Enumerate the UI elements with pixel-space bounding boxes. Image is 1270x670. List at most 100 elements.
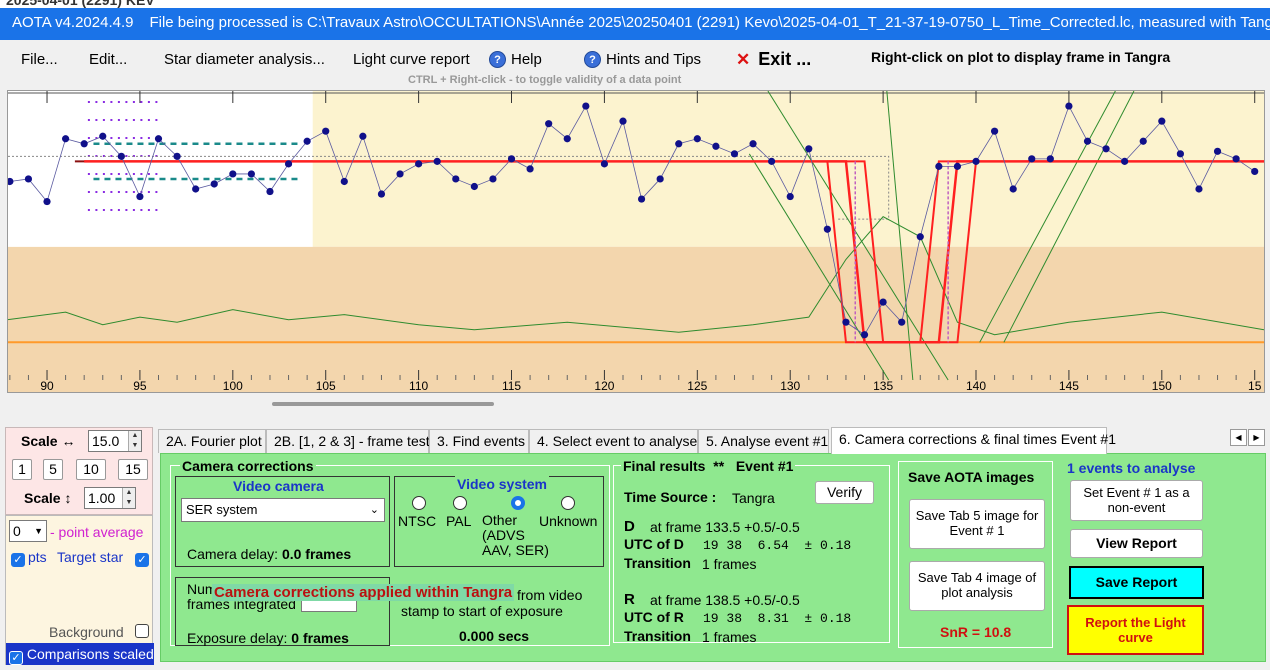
x-tick-label: 150 (1152, 379, 1172, 392)
data-point (1083, 137, 1092, 145)
data-point (582, 102, 590, 110)
selection-marker (87, 137, 90, 139)
data-point (935, 162, 943, 170)
scale-h-spinner[interactable]: 15.0 ▲ ▼ (88, 430, 142, 452)
ctrl-click-hint: CTRL + Right-click - to toggle validity … (408, 74, 682, 86)
selection-marker (87, 101, 90, 103)
data-point (284, 160, 293, 168)
menu-light-curve-report[interactable]: Light curve report (353, 51, 470, 68)
selection-marker (117, 119, 120, 121)
data-point (768, 157, 776, 165)
save-tab4-button[interactable]: Save Tab 4 image of plot analysis (909, 561, 1045, 611)
data-point (266, 187, 274, 196)
tab-camera-corrections[interactable]: 6. Camera corrections & final times Even… (831, 427, 1116, 454)
chevron-down-icon: ⌄ (369, 504, 379, 516)
tab-fourier-plot[interactable]: 2A. Fourier plot (158, 429, 266, 453)
data-point (600, 160, 609, 168)
view-report-button[interactable]: View Report (1070, 529, 1203, 558)
tab-bar: 2A. Fourier plot 2B. [1, 2 & 3] - frame … (158, 427, 1268, 454)
target-star-checkbox[interactable]: ✓ (135, 549, 149, 567)
menu-exit[interactable]: ✕ Exit ... (736, 49, 811, 70)
selection-marker (147, 191, 150, 193)
x-tick-label: 125 (687, 379, 707, 392)
x-tick-label: 95 (133, 379, 147, 392)
selection-marker (125, 191, 128, 193)
selection-marker (155, 191, 158, 193)
data-point (1195, 185, 1203, 193)
menu-file[interactable]: File... (21, 51, 58, 68)
data-point (990, 127, 999, 135)
background-checkbox[interactable] (135, 624, 149, 639)
data-point (377, 190, 386, 198)
menu-hints[interactable]: ? Hints and Tips (584, 51, 701, 68)
other-radio[interactable] (511, 496, 525, 510)
x-tick-label: 100 (223, 379, 243, 392)
selection-marker (147, 101, 150, 103)
spin-arrows-icon[interactable]: ▲ ▼ (122, 488, 135, 508)
tab-find-events[interactable]: 3. Find events (429, 429, 529, 453)
data-point (842, 318, 850, 326)
menu-edit[interactable]: Edit... (89, 51, 127, 68)
tab-analyse-event[interactable]: 5. Analyse event #1 (698, 429, 829, 453)
report-light-curve-button[interactable]: Report the Light curve (1067, 605, 1204, 655)
preset-10-button[interactable]: 10 (76, 459, 106, 480)
camera-select[interactable]: SER system ⌄ (181, 498, 385, 522)
selection-marker (132, 137, 135, 139)
point-average-select[interactable]: 0 ▼ (9, 520, 47, 542)
tab-select-event[interactable]: 4. Select event to analyse (529, 429, 698, 453)
utc-r-value: 19 38 8.31 ± 0.18 (703, 611, 852, 626)
background-window-strip: 2025-04-01 (2291) KEV (0, 0, 1270, 8)
selection-marker (110, 191, 113, 193)
selection-marker (155, 173, 158, 175)
camera-corrections-title: Camera corrections (180, 458, 316, 474)
spin-arrows-icon[interactable]: ▲ ▼ (128, 431, 141, 451)
set-non-event-button[interactable]: Set Event # 1 as a non-event (1070, 480, 1203, 521)
pal-radio[interactable] (453, 496, 467, 510)
menu-star-diameter[interactable]: Star diameter analysis... (164, 51, 325, 68)
data-point (1102, 145, 1110, 153)
ntsc-radio[interactable] (412, 496, 426, 510)
menu-help[interactable]: ? Help (489, 51, 542, 68)
selection-marker (140, 173, 143, 175)
utc-d-value: 19 38 6.54 ± 0.18 (703, 538, 852, 553)
selection-marker (132, 191, 135, 193)
plot-scrollbar[interactable] (272, 402, 494, 406)
preset-5-button[interactable]: 5 (43, 459, 63, 480)
tab-scroll-right-icon[interactable]: ▶ (1248, 429, 1265, 446)
right-click-hint: Right-click on plot to display frame in … (871, 49, 1171, 65)
preset-1-button[interactable]: 1 (12, 459, 32, 480)
x-tick-label: 145 (1059, 379, 1079, 392)
data-point (61, 135, 70, 143)
selection-marker (87, 173, 90, 175)
selection-marker (132, 209, 135, 211)
selection-marker (147, 137, 150, 139)
chevron-down-icon: ▼ (34, 526, 43, 536)
unknown-radio[interactable] (561, 496, 575, 510)
save-tab5-button[interactable]: Save Tab 5 image for Event # 1 (909, 499, 1045, 549)
d-transition-label: Transition (624, 555, 691, 571)
help-icon: ? (584, 51, 601, 68)
selection-marker (125, 209, 128, 211)
verify-button[interactable]: Verify (815, 481, 874, 504)
save-report-button[interactable]: Save Report (1069, 566, 1204, 599)
preset-15-button[interactable]: 15 (118, 459, 148, 480)
data-point (916, 233, 924, 241)
light-curve-svg[interactable]: 90 95 100 105 110 115 120 125 130 135 140 145 150 15 (8, 91, 1264, 392)
time-source-value: Tangra (732, 490, 775, 506)
x-tick-label: 90 (40, 379, 54, 392)
selection-marker (147, 119, 150, 121)
pts-checkbox[interactable]: ✓ (11, 549, 25, 567)
data-point (470, 182, 478, 191)
data-point (322, 127, 330, 135)
data-point (247, 170, 255, 178)
data-point (879, 298, 887, 306)
tab-scroll-left-icon[interactable]: ◀ (1230, 429, 1247, 446)
selection-marker (110, 119, 113, 121)
close-icon: ✕ (736, 50, 751, 69)
tab-frame-test[interactable]: 2B. [1, 2 & 3] - frame test (266, 429, 430, 453)
light-curve-plot[interactable]: 90 95 100 105 110 115 120 125 130 135 140 145 150 15 (7, 90, 1265, 393)
scale-v-spinner[interactable]: 1.00 ▲ ▼ (84, 487, 136, 509)
data-point (99, 132, 107, 140)
help-icon: ? (489, 51, 506, 68)
comparisons-scaled-row[interactable]: ✓ Comparisons scaled (6, 643, 154, 665)
